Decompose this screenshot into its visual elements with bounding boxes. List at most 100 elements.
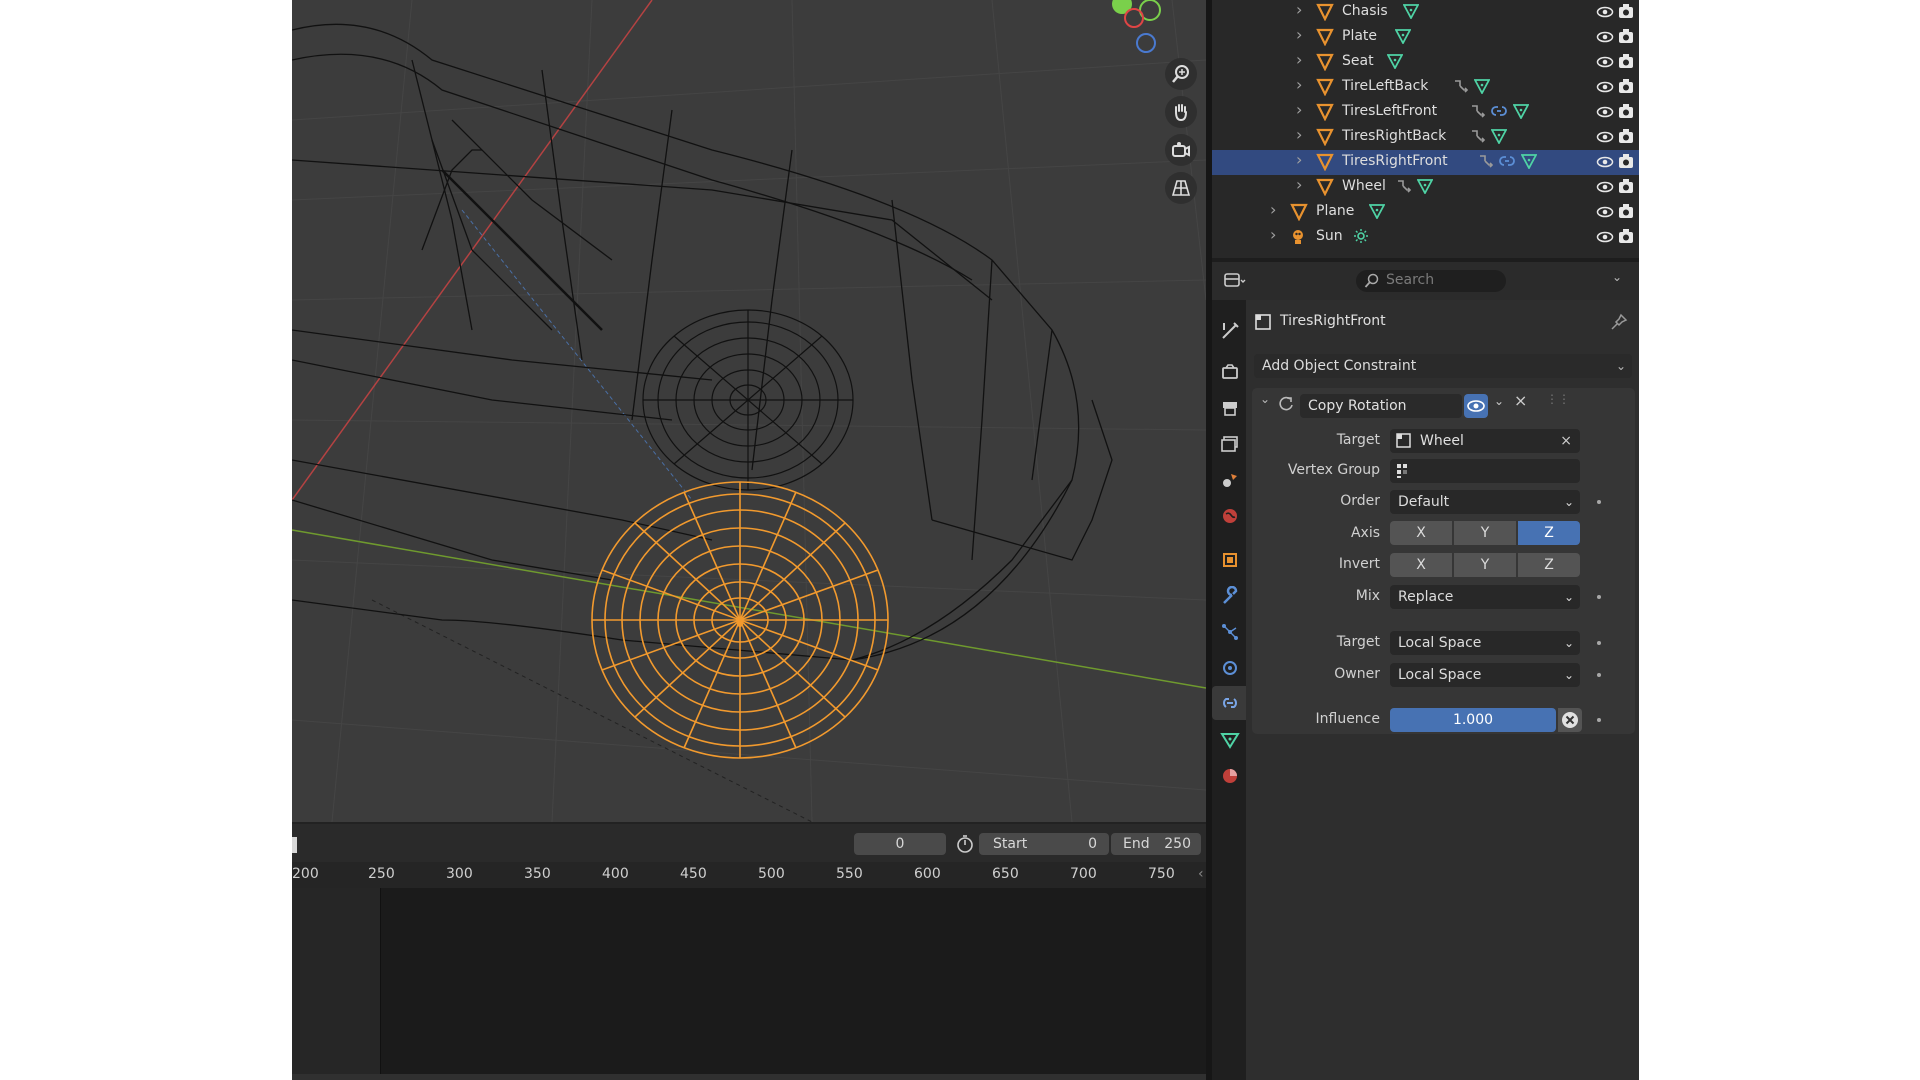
axis-gizmo[interactable]: [1112, 0, 1161, 53]
stopwatch-icon[interactable]: [956, 835, 974, 853]
add-object-constraint-dropdown[interactable]: Add Object Constraint ⌄: [1254, 354, 1632, 378]
collapse-arrow-icon[interactable]: ‹: [1198, 866, 1204, 882]
expand-chevron-icon[interactable]: ›: [1296, 150, 1302, 169]
target-field[interactable]: Wheel ×: [1390, 429, 1580, 453]
outliner-row-sun[interactable]: › Sun: [1212, 225, 1639, 250]
keyframe-dot[interactable]: [1597, 500, 1601, 504]
current-frame-field[interactable]: 0: [854, 833, 946, 855]
world-tab-icon[interactable]: [1220, 506, 1240, 526]
zoom-button[interactable]: [1165, 58, 1197, 90]
vertex-group-field[interactable]: [1390, 459, 1580, 483]
render-camera-icon[interactable]: [1618, 28, 1634, 48]
invert-y-toggle[interactable]: Y: [1454, 553, 1516, 577]
visibility-eye-icon[interactable]: [1596, 180, 1614, 198]
outliner[interactable]: › Chasis › Plate › Seat › TireLeftBack › TiresLef…: [1212, 0, 1639, 258]
drag-handle-icon[interactable]: ⋮⋮: [1546, 392, 1570, 406]
material-tab-icon[interactable]: [1220, 766, 1240, 786]
target-space-dropdown[interactable]: Local Space ⌄: [1390, 631, 1580, 655]
keyframe-dot[interactable]: [1597, 673, 1601, 677]
expand-chevron-icon[interactable]: ›: [1296, 100, 1302, 119]
collapse-chevron-icon[interactable]: ⌄: [1260, 392, 1270, 406]
visibility-eye-icon[interactable]: [1596, 155, 1614, 173]
mesh-data-icon[interactable]: [1490, 128, 1508, 148]
owner-space-dropdown[interactable]: Local Space ⌄: [1390, 663, 1580, 687]
expand-chevron-icon[interactable]: ›: [1270, 225, 1276, 244]
constraint-menu-icon[interactable]: ⌄: [1494, 394, 1504, 408]
expand-chevron-icon[interactable]: ›: [1296, 25, 1302, 44]
timeline-ruler[interactable]: 200 250 300 350 400 450 500 550 600 650 …: [292, 862, 1206, 888]
outliner-row-tiresleftfront[interactable]: › TiresLeftFront: [1212, 100, 1639, 125]
visibility-eye-icon[interactable]: [1596, 105, 1614, 123]
mesh-data-icon[interactable]: [1512, 103, 1530, 123]
hierarchy-icon[interactable]: [1469, 103, 1487, 123]
mesh-data-icon[interactable]: [1520, 153, 1538, 173]
render-camera-icon[interactable]: [1618, 103, 1634, 123]
expand-chevron-icon[interactable]: ›: [1296, 75, 1302, 94]
axis-y-toggle[interactable]: Y: [1454, 521, 1516, 545]
order-dropdown[interactable]: Default ⌄: [1390, 490, 1580, 514]
tool-tab-icon[interactable]: [1220, 320, 1240, 340]
hierarchy-icon[interactable]: [1452, 78, 1470, 98]
visibility-eye-icon[interactable]: [1596, 80, 1614, 98]
editor-type-icon[interactable]: [1224, 272, 1246, 290]
outliner-row-seat[interactable]: › Seat: [1212, 50, 1639, 75]
mesh-data-icon[interactable]: [1402, 3, 1420, 23]
visibility-eye-icon[interactable]: [1596, 205, 1614, 223]
hierarchy-icon[interactable]: [1395, 178, 1413, 198]
invert-x-toggle[interactable]: X: [1390, 553, 1452, 577]
visibility-eye-icon[interactable]: [1596, 30, 1614, 48]
mesh-data-icon[interactable]: [1394, 28, 1412, 48]
camera-view-button[interactable]: [1165, 134, 1197, 166]
expand-chevron-icon[interactable]: ›: [1270, 200, 1276, 219]
expand-chevron-icon[interactable]: ›: [1296, 50, 1302, 69]
data-tab-icon[interactable]: [1220, 730, 1240, 750]
axis-x-toggle[interactable]: X: [1390, 521, 1452, 545]
visibility-eye-icon[interactable]: [1596, 130, 1614, 148]
outliner-row-tiresrightfront[interactable]: › TiresRightFront: [1212, 150, 1639, 175]
enable-constraint-toggle[interactable]: [1464, 394, 1488, 418]
render-camera-icon[interactable]: [1618, 3, 1634, 23]
render-camera-icon[interactable]: [1618, 178, 1634, 198]
timeline-area[interactable]: [292, 888, 1206, 1080]
clear-target-icon[interactable]: ×: [1560, 429, 1572, 453]
start-frame-field[interactable]: Start 0: [979, 833, 1109, 855]
mesh-data-icon[interactable]: [1416, 178, 1434, 198]
mesh-data-icon[interactable]: [1473, 78, 1491, 98]
render-camera-icon[interactable]: [1618, 78, 1634, 98]
viewport-scene[interactable]: [292, 0, 1206, 822]
constraint-name-field[interactable]: Copy Rotation: [1300, 394, 1462, 418]
pin-icon[interactable]: [1610, 313, 1628, 331]
keyframe-dot[interactable]: [1597, 718, 1601, 722]
render-camera-icon[interactable]: [1618, 228, 1634, 248]
keyframe-dot[interactable]: [1597, 641, 1601, 645]
outliner-row-tireleftback[interactable]: › TireLeftBack: [1212, 75, 1639, 100]
pan-button[interactable]: [1165, 96, 1197, 128]
axis-z-toggle[interactable]: Z: [1518, 521, 1580, 545]
visibility-eye-icon[interactable]: [1596, 55, 1614, 73]
hierarchy-icon[interactable]: [1477, 153, 1495, 173]
output-tab-icon[interactable]: [1220, 398, 1240, 418]
header-dropdown-icon[interactable]: ⌄: [1612, 270, 1622, 284]
outliner-row-wheel[interactable]: › Wheel: [1212, 175, 1639, 200]
mix-dropdown[interactable]: Replace ⌄: [1390, 585, 1580, 609]
render-camera-icon[interactable]: [1618, 203, 1634, 223]
render-camera-icon[interactable]: [1618, 153, 1634, 173]
outliner-row-plane[interactable]: › Plane: [1212, 200, 1639, 225]
render-tab-icon[interactable]: [1220, 362, 1240, 382]
expand-chevron-icon[interactable]: ›: [1296, 125, 1302, 144]
search-field[interactable]: Search: [1356, 270, 1506, 292]
expand-chevron-icon[interactable]: ›: [1296, 175, 1302, 194]
perspective-toggle-button[interactable]: [1165, 172, 1197, 204]
invert-z-toggle[interactable]: Z: [1518, 553, 1580, 577]
outliner-row-chasis[interactable]: › Chasis: [1212, 0, 1639, 25]
render-camera-icon[interactable]: [1618, 53, 1634, 73]
disable-keep-transform-button[interactable]: [1558, 708, 1582, 732]
influence-slider[interactable]: 1.000: [1390, 708, 1556, 732]
light-data-icon[interactable]: [1353, 228, 1369, 248]
visibility-eye-icon[interactable]: [1596, 5, 1614, 23]
constraint-icon[interactable]: [1490, 103, 1507, 123]
expand-chevron-icon[interactable]: ›: [1296, 0, 1302, 19]
hierarchy-icon[interactable]: [1469, 128, 1487, 148]
render-camera-icon[interactable]: [1618, 128, 1634, 148]
3d-viewport[interactable]: [292, 0, 1206, 822]
